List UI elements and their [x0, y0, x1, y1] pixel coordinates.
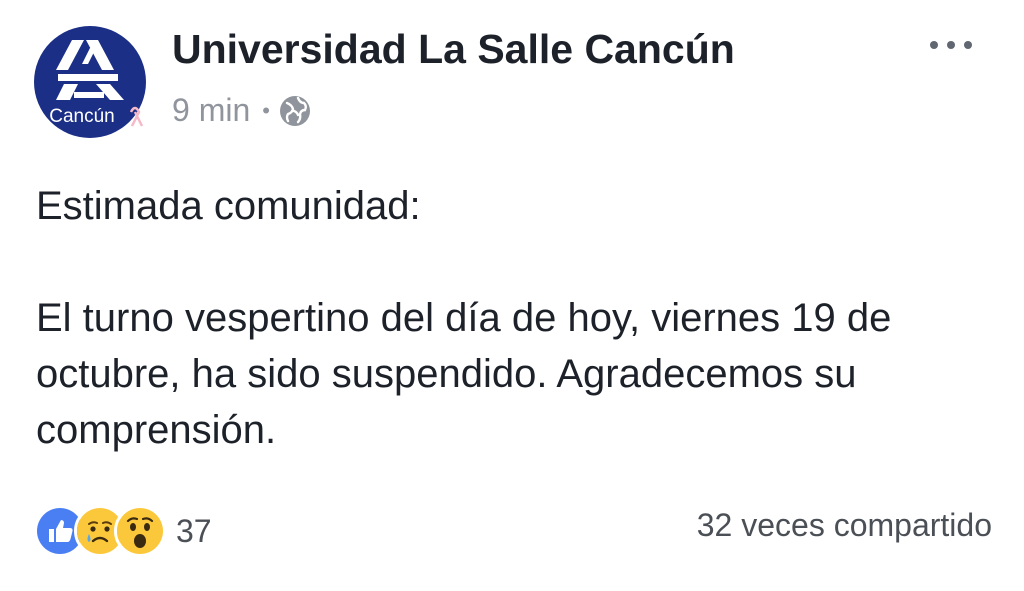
more-options-icon[interactable] [928, 30, 974, 60]
reaction-count[interactable]: 37 [176, 513, 212, 550]
la-salle-logo: Cancún [34, 26, 146, 138]
facebook-post: Cancún Universidad La Salle Cancún 9 min… [0, 0, 1024, 591]
post-time[interactable]: 9 min [172, 92, 250, 129]
post-greeting: Estimada comunidad: [36, 184, 421, 228]
post-meta: 9 min • [172, 92, 312, 129]
reactions-summary[interactable]: 37 [34, 505, 212, 557]
post-body: Estimada comunidad: El turno vespertino … [36, 178, 996, 458]
meta-separator: • [262, 97, 270, 123]
share-count[interactable]: 32 veces compartido [697, 507, 992, 544]
globe-icon[interactable] [278, 94, 312, 128]
page-name-link[interactable]: Universidad La Salle Cancún [172, 26, 735, 73]
page-avatar[interactable]: Cancún [34, 26, 146, 138]
avatar-label: Cancún [49, 106, 115, 127]
post-message: El turno vespertino del día de hoy, vier… [36, 296, 892, 452]
wow-icon [114, 505, 166, 557]
